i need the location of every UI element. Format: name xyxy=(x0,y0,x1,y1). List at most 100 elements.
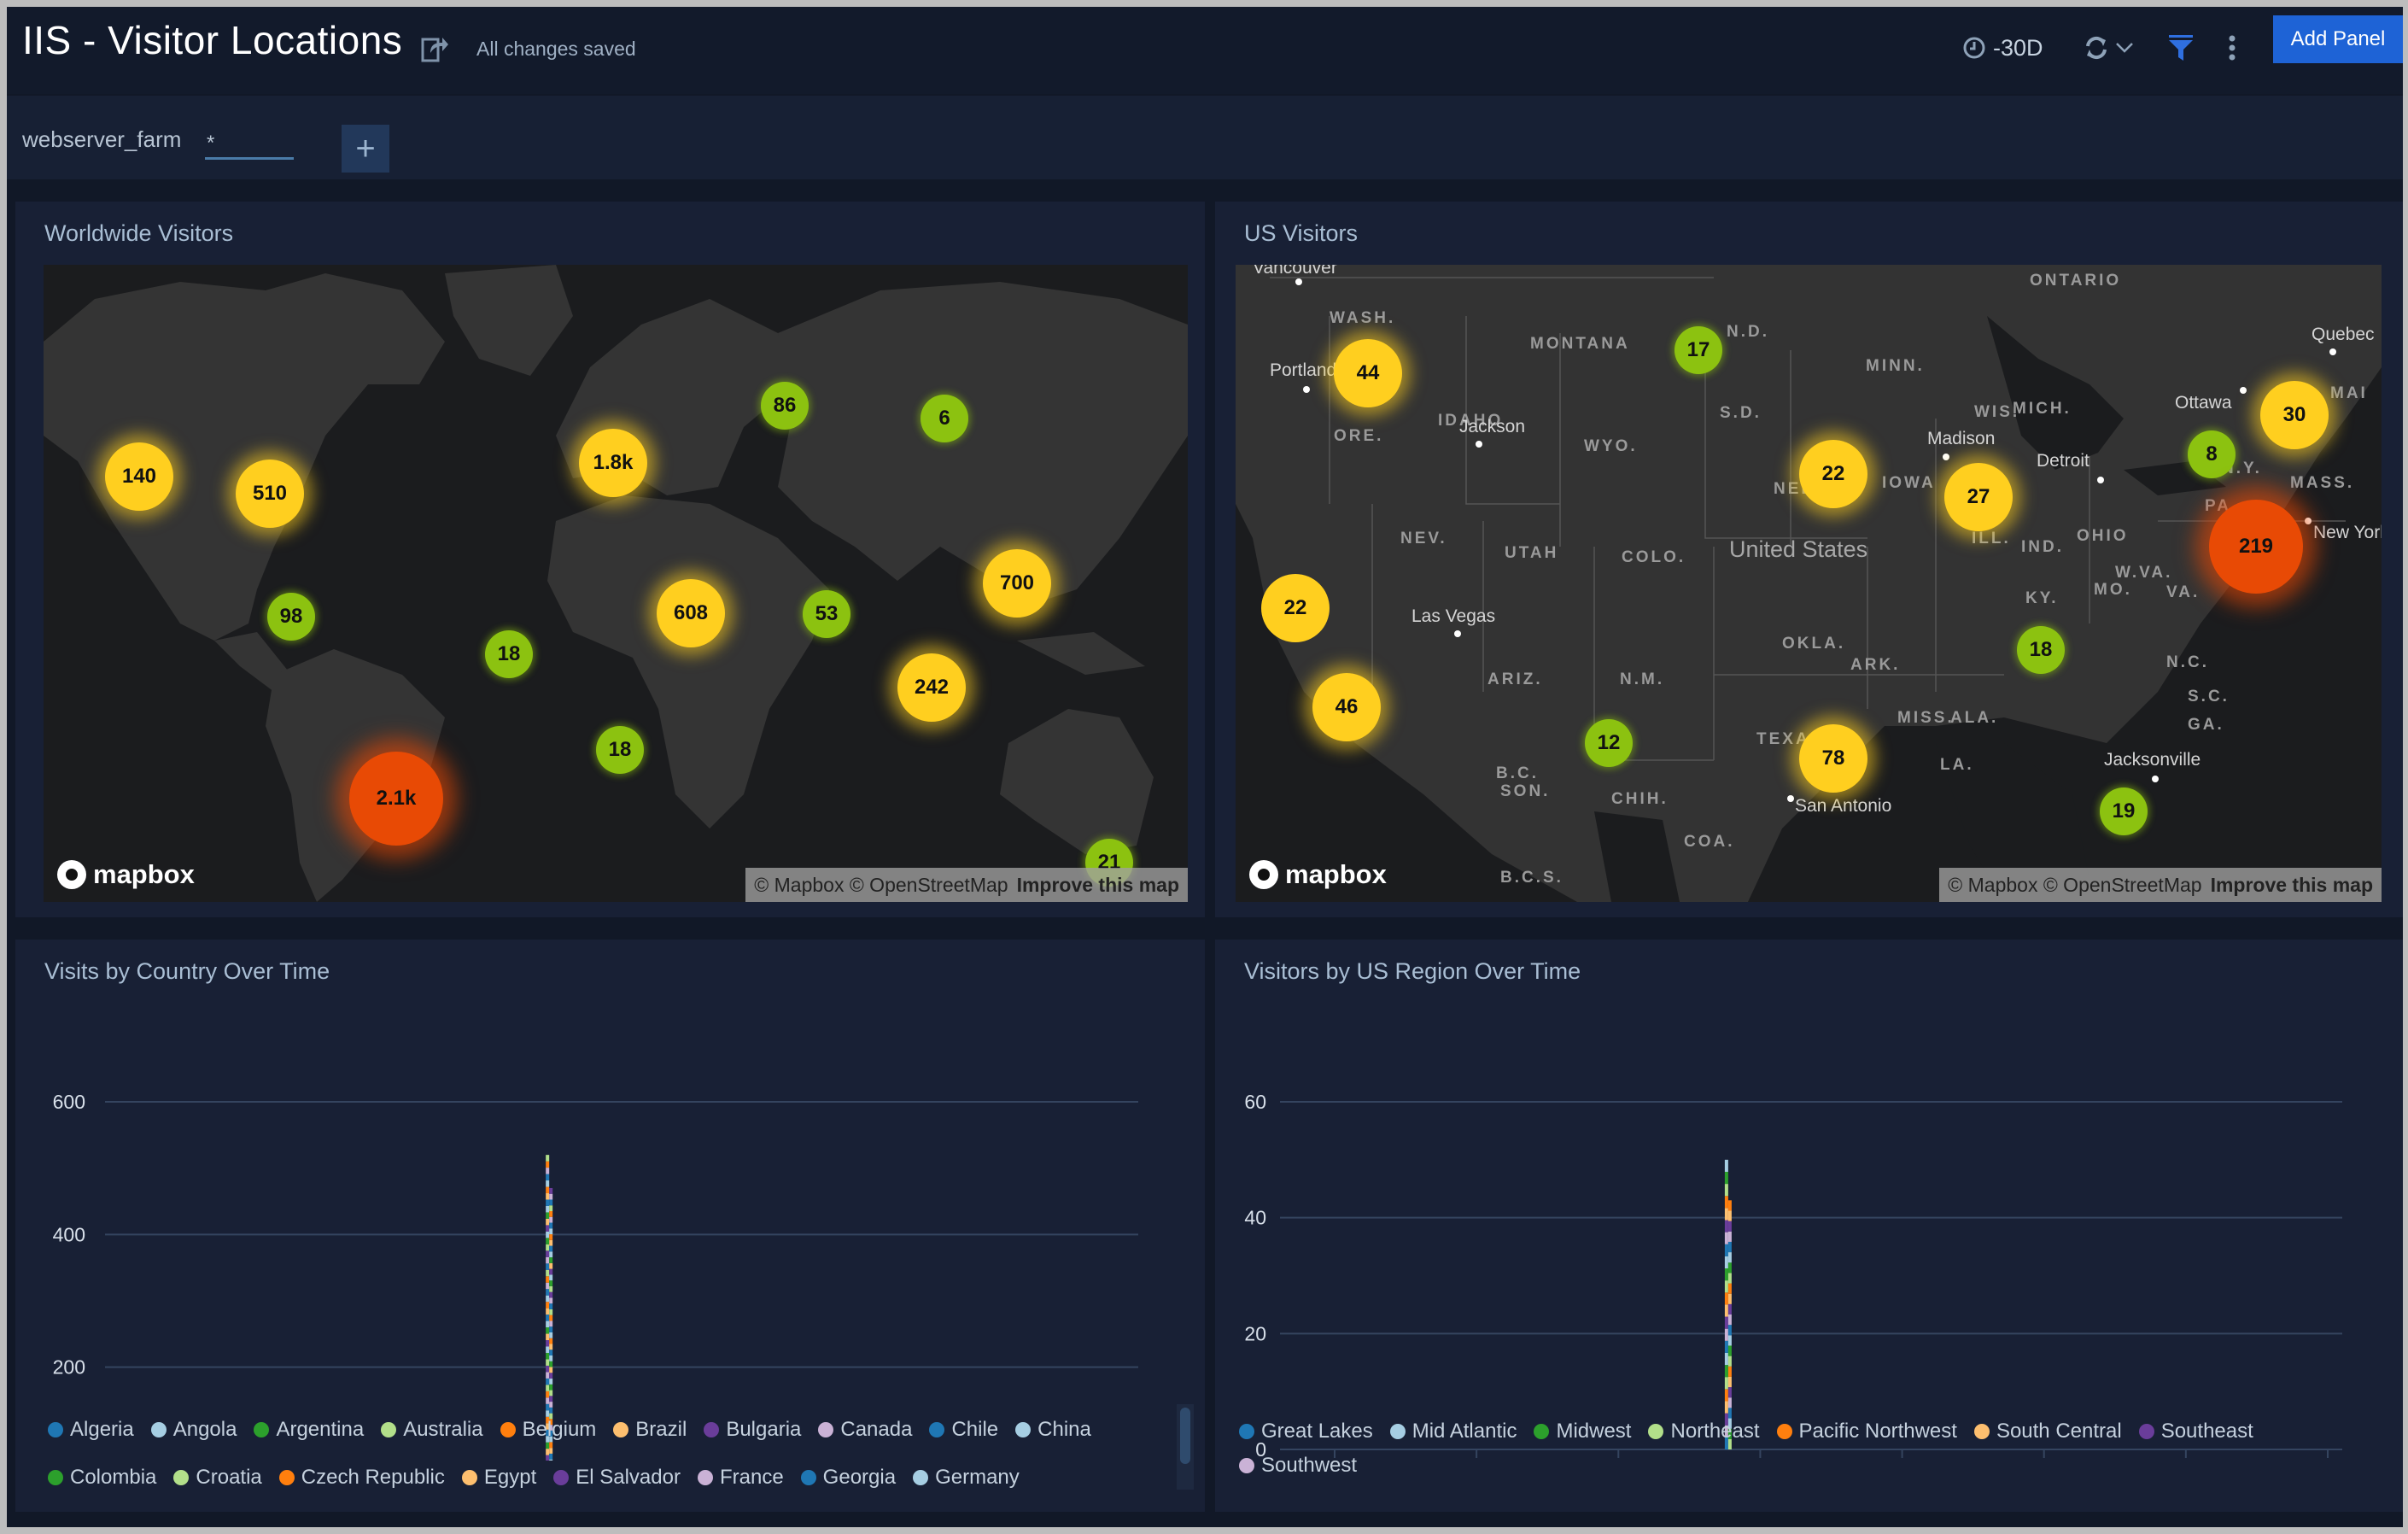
map-cluster-marker[interactable]: 2.1k xyxy=(349,752,443,846)
bar-segment[interactable] xyxy=(546,1385,550,1391)
bar-segment[interactable] xyxy=(1724,1401,1728,1414)
bar-segment[interactable] xyxy=(549,1262,553,1269)
legend-item[interactable]: Mid Atlantic xyxy=(1389,1420,1517,1443)
bar-segment[interactable] xyxy=(549,1379,553,1385)
bar-segment[interactable] xyxy=(546,1327,550,1334)
bar-segment[interactable] xyxy=(546,1340,550,1347)
bar-segment[interactable] xyxy=(1727,1210,1732,1221)
map-cluster-marker[interactable]: 86 xyxy=(761,382,809,430)
map-cluster-marker[interactable]: 18 xyxy=(2017,626,2065,674)
legend-scrollbar[interactable] xyxy=(1177,1404,1194,1490)
legend-item[interactable]: Pacific Northwest xyxy=(1776,1420,1957,1443)
bar-segment[interactable] xyxy=(549,1402,553,1408)
bar-segment[interactable] xyxy=(549,1384,553,1391)
bar-segment[interactable] xyxy=(1724,1232,1728,1244)
bar-segment[interactable] xyxy=(546,1155,550,1162)
world-map[interactable]: 140 510 98 2.1k 18 18 1.8k 608 86 53 6 700 242 21 map… xyxy=(44,265,1188,902)
legend-item[interactable]: Chile xyxy=(929,1411,998,1449)
bar-segment[interactable] xyxy=(1724,1268,1728,1281)
bar-segment[interactable] xyxy=(1727,1262,1732,1273)
legend-item[interactable]: Southeast xyxy=(2138,1420,2253,1443)
us-map[interactable]: ONTARIO WASH. MONTANA N.D. MINN. IDAHO ORE. WYO… xyxy=(1236,265,2382,902)
bar-segment[interactable] xyxy=(546,1289,550,1296)
filter-icon[interactable] xyxy=(2168,34,2194,61)
bar-segment[interactable] xyxy=(1727,1366,1732,1377)
map-cluster-marker[interactable]: 22 xyxy=(1799,440,1867,508)
bar-segment[interactable] xyxy=(1724,1159,1728,1172)
map-cluster-marker[interactable]: 78 xyxy=(1799,724,1867,793)
bar-segment[interactable] xyxy=(549,1268,553,1275)
improve-map-link[interactable]: Improve this map xyxy=(1017,874,1179,897)
improve-map-link[interactable]: Improve this map xyxy=(2211,874,2373,897)
mapbox-logo[interactable]: mapbox xyxy=(57,859,195,890)
map-cluster-marker[interactable]: 46 xyxy=(1312,673,1381,741)
map-cluster-marker[interactable]: 700 xyxy=(983,549,1051,618)
bar-segment[interactable] xyxy=(546,1250,550,1257)
bar-segment[interactable] xyxy=(1727,1387,1732,1398)
legend-item[interactable]: Algeria xyxy=(48,1411,134,1449)
bar-segment[interactable] xyxy=(546,1180,550,1187)
bar-segment[interactable] xyxy=(549,1239,553,1246)
map-cluster-marker[interactable]: 6 xyxy=(921,395,968,442)
bar-segment[interactable] xyxy=(546,1186,550,1194)
bar-segment[interactable] xyxy=(546,1269,550,1277)
bar-segment[interactable] xyxy=(546,1161,550,1168)
bar-segment[interactable] xyxy=(549,1274,553,1281)
bar-segment[interactable] xyxy=(546,1244,550,1251)
bar-segment[interactable] xyxy=(1724,1171,1728,1185)
legend-item[interactable]: Georgia xyxy=(800,1459,896,1496)
map-cluster-marker[interactable]: 17 xyxy=(1674,326,1722,374)
bar-segment[interactable] xyxy=(1727,1200,1732,1211)
bar-segment[interactable] xyxy=(549,1303,553,1309)
filter-input-webserver-farm[interactable] xyxy=(205,130,294,160)
bar-segment[interactable] xyxy=(549,1396,553,1402)
bar-segment[interactable] xyxy=(1724,1340,1728,1353)
bar-segment[interactable] xyxy=(546,1346,550,1353)
bar-segment[interactable] xyxy=(1724,1328,1728,1341)
bar-segment[interactable] xyxy=(549,1355,553,1361)
more-vertical-icon[interactable] xyxy=(2228,34,2236,61)
bar-segment[interactable] xyxy=(549,1211,553,1217)
bar-segment[interactable] xyxy=(1724,1292,1728,1305)
bar-segment[interactable] xyxy=(549,1205,553,1212)
bar-segment[interactable] xyxy=(546,1308,550,1315)
legend-item[interactable]: Canada xyxy=(818,1411,912,1449)
map-cluster-marker[interactable]: 1.8k xyxy=(579,429,647,497)
legend-item[interactable]: Argentina xyxy=(254,1411,364,1449)
legend-item[interactable]: Bulgaria xyxy=(704,1411,801,1449)
bar-segment[interactable] xyxy=(546,1168,550,1174)
map-cluster-marker[interactable]: 18 xyxy=(485,630,533,678)
bar-segment[interactable] xyxy=(1727,1303,1732,1315)
bar-segment[interactable] xyxy=(549,1199,553,1206)
bar-segment[interactable] xyxy=(549,1228,553,1235)
bar-segment[interactable] xyxy=(549,1251,553,1258)
bar-segment[interactable] xyxy=(546,1372,550,1379)
bar-segment[interactable] xyxy=(549,1216,553,1223)
bar-segment[interactable] xyxy=(546,1295,550,1303)
attribution-text[interactable]: © Mapbox © OpenStreetMap xyxy=(754,874,1008,897)
bar-segment[interactable] xyxy=(546,1359,550,1366)
legend-item[interactable]: China xyxy=(1015,1411,1091,1449)
legend-item[interactable]: Brazil xyxy=(613,1411,687,1449)
bar-segment[interactable] xyxy=(549,1338,553,1344)
bar-segment[interactable] xyxy=(1724,1304,1728,1317)
bar-segment[interactable] xyxy=(549,1291,553,1298)
map-cluster-marker[interactable]: 19 xyxy=(2100,787,2148,835)
bar-segment[interactable] xyxy=(1727,1355,1732,1367)
legend-item[interactable]: Belgium xyxy=(500,1411,596,1449)
bar-segment[interactable] xyxy=(546,1212,550,1219)
bar-segment[interactable] xyxy=(549,1314,553,1321)
bar-segment[interactable] xyxy=(546,1256,550,1264)
bar-segment[interactable] xyxy=(546,1225,550,1232)
bar-segment[interactable] xyxy=(546,1391,550,1398)
bar-segment[interactable] xyxy=(1724,1208,1728,1221)
share-icon[interactable] xyxy=(420,32,449,63)
bar-segment[interactable] xyxy=(546,1282,550,1290)
bar-segment[interactable] xyxy=(549,1344,553,1350)
bar-segment[interactable] xyxy=(549,1350,553,1356)
map-cluster-marker[interactable]: 44 xyxy=(1334,339,1402,407)
legend-item[interactable]: Australia xyxy=(381,1411,483,1449)
map-cluster-marker[interactable]: 219 xyxy=(2209,500,2303,594)
bar-segment[interactable] xyxy=(1727,1283,1732,1294)
legend-item[interactable]: France xyxy=(697,1459,784,1496)
